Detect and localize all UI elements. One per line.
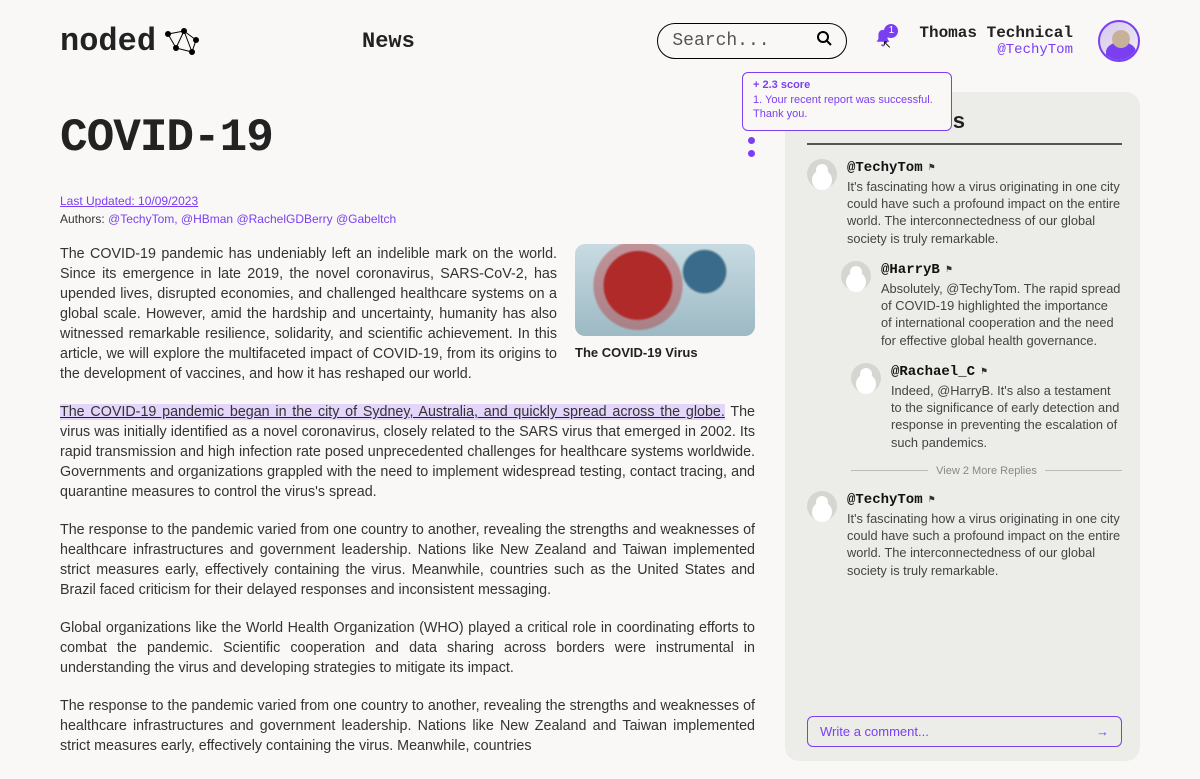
comment-item: @Rachael_C⚑ Indeed, @HarryB. It's also a… [851,363,1122,451]
paragraph: The COVID-19 pandemic began in the city … [60,402,755,502]
flag-icon[interactable]: ⚑ [946,264,952,278]
search-placeholder: Search... [672,31,769,51]
comment-user[interactable]: @Rachael_C⚑ [891,363,1122,382]
nav-news[interactable]: News [362,29,415,54]
comment-text: It's fascinating how a virus originating… [847,178,1122,247]
logo-graph-icon [162,26,202,56]
article-title: COVID-19 [60,112,755,164]
virus-image[interactable] [575,244,755,336]
comment-text: It's fascinating how a virus originating… [847,510,1122,579]
avatar[interactable] [1098,20,1140,62]
notification-popup: + 2.3 score 1. Your recent report was su… [742,72,952,131]
avatar[interactable] [841,261,871,291]
logo-text: noded [60,23,156,60]
comment-user[interactable]: @TechyTom⚑ [847,159,1122,178]
authors-label: Authors: [60,212,105,226]
header: noded News Search... 1 ↖ Thomas Technica… [0,0,1200,72]
paragraph: The response to the pandemic varied from… [60,520,755,600]
comment-text: Absolutely, @TechyTom. The rapid spread … [881,280,1122,349]
comments-list: @TechyTom⚑ It's fascinating how a virus … [807,159,1122,710]
comment-item: @TechyTom⚑ It's fascinating how a virus … [807,159,1122,247]
notification-badge: 1 [884,24,898,38]
avatar[interactable] [851,363,881,393]
article-figure: The COVID-19 Virus [575,244,755,362]
paragraph: The COVID-19 pandemic has undeniably lef… [60,244,557,384]
comment-placeholder: Write a comment... [820,724,929,739]
user-menu[interactable]: Thomas Technical @TechyTom [919,24,1073,58]
paragraph: Global organizations like the World Heal… [60,618,755,678]
comment-text: Indeed, @HarryB. It's also a testament t… [891,382,1122,451]
notifications-button[interactable]: 1 ↖ [872,28,894,55]
article: COVID-19 Last Updated: 10/09/2023 Author… [60,72,755,761]
flag-icon[interactable]: ⚑ [929,494,935,508]
cursor-icon: ↖ [882,38,891,51]
search-input[interactable]: Search... [657,23,847,59]
user-handle: @TechyTom [919,42,1073,58]
last-updated: Last Updated: 10/09/2023 [60,194,198,208]
comment-item: @HarryB⚑ Absolutely, @TechyTom. The rapi… [841,261,1122,349]
figure-caption: The COVID-19 Virus [575,344,755,362]
comment-input[interactable]: Write a comment... → [807,716,1122,747]
authors-list[interactable]: @TechyTom, @HBman @RachelGDBerry @Gabelt… [108,212,396,226]
comment-item: @TechyTom⚑ It's fascinating how a virus … [807,491,1122,579]
user-name: Thomas Technical [919,24,1073,42]
article-meta: Last Updated: 10/09/2023 Authors: @Techy… [60,194,755,226]
avatar[interactable] [807,491,837,521]
notification-message[interactable]: 1. Your recent report was successful. Th… [753,93,941,122]
highlighted-text[interactable]: The COVID-19 pandemic began in the city … [60,404,725,420]
avatar[interactable] [807,159,837,189]
flag-icon[interactable]: ⚑ [929,162,935,176]
paragraph: The response to the pandemic varied from… [60,696,755,756]
notification-score: + 2.3 score [753,79,941,91]
comment-user[interactable]: @HarryB⚑ [881,261,1122,280]
view-more-replies[interactable]: View 2 More Replies [851,465,1122,477]
flag-icon[interactable]: ⚑ [981,366,987,380]
comments-panel: 120 Comments @TechyTom⚑ It's fascinating… [785,92,1140,761]
article-body: The COVID-19 pandemic has undeniably lef… [60,244,755,756]
logo[interactable]: noded [60,23,202,60]
submit-icon[interactable]: → [1096,724,1109,739]
comment-user[interactable]: @TechyTom⚑ [847,491,1122,510]
search-icon [816,30,832,52]
